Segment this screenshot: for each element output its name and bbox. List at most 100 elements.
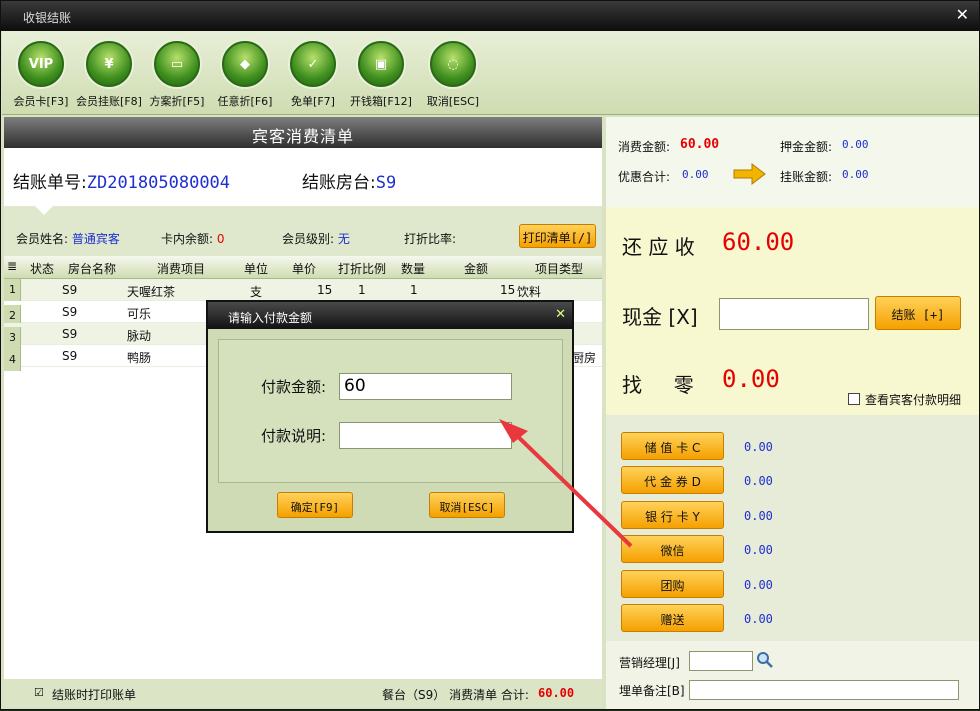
- free-discount-button[interactable]: ◆ 任意折[F6]: [210, 41, 280, 109]
- bank-card-value: 0.00: [744, 509, 773, 523]
- stored-card-value: 0.00: [744, 440, 773, 454]
- pay-note-label: 付款说明:: [261, 427, 327, 445]
- col-item[interactable]: 消费项目: [124, 260, 238, 277]
- member-credit-label: 会员挂账[F8]: [76, 95, 142, 108]
- status-bar: ☑ 结账时打印账单 餐台（S9） 消费清单 合计: 60.00: [4, 679, 602, 707]
- dialog-title-bar: 请输入付款金额 ✕: [208, 302, 572, 329]
- payment-detail-checkbox[interactable]: [848, 393, 860, 405]
- dialog-ok-button[interactable]: 确定[F9]: [277, 492, 353, 518]
- card-balance-value: 0: [216, 232, 225, 246]
- print-on-checkout-checkbox[interactable]: ☑: [34, 686, 44, 699]
- member-name: 会员姓名: 普通宾客: [16, 230, 120, 247]
- free-discount-label: 任意折[F6]: [217, 95, 273, 108]
- due-area: 还 应 收 60.00 现金 [X] 结账 [+] 找 零 0.00 查看宾客付…: [606, 207, 979, 415]
- discount-total-value: 0.00: [682, 168, 709, 181]
- cancel-label: 取消[ESC]: [426, 95, 480, 108]
- cell-amount: 15: [500, 283, 516, 297]
- clipboard-check-icon: ✓: [290, 41, 336, 87]
- grid-header: ≣ 状态 房台名称 消费项目 单位 单价 打折比例 数量 金额 项目类型: [4, 256, 602, 279]
- cell-price: 15: [317, 283, 333, 297]
- dialog-body: 付款金额: 60 付款说明:: [218, 339, 563, 483]
- voucher-button[interactable]: 代 金 券 D: [621, 466, 724, 494]
- member-credit-button[interactable]: ¥ 会员挂账[F8]: [74, 41, 144, 109]
- dialog-title: 请输入付款金额: [228, 311, 313, 325]
- col-price[interactable]: 单价: [274, 260, 334, 277]
- member-name-label: 会员姓名:: [16, 232, 69, 246]
- extra-fields: 营销经理[J] 埋单备注[B]: [606, 641, 979, 709]
- remark-input[interactable]: [689, 680, 959, 700]
- cell-item: 脉动: [127, 329, 152, 343]
- member-card-label: 会员卡[F3]: [13, 95, 69, 108]
- notch-decoration: [34, 205, 54, 215]
- manager-label: 营销经理[J]: [619, 656, 680, 670]
- pay-amount-label: 付款金额:: [261, 378, 327, 396]
- arrow-right-icon: [732, 162, 766, 186]
- manager-input[interactable]: [689, 651, 753, 671]
- col-unit[interactable]: 单位: [238, 260, 274, 277]
- cell-item: 鸭肠: [127, 351, 152, 365]
- pay-note-input[interactable]: [339, 422, 512, 449]
- payment-row: 银 行 卡 Y 0.00: [621, 501, 961, 531]
- plan-discount-button[interactable]: ▭ 方案折[F5]: [142, 41, 212, 109]
- col-status[interactable]: 状态: [24, 260, 60, 277]
- bill-number-value: ZD201805080004: [86, 173, 231, 193]
- wechat-value: 0.00: [744, 543, 773, 557]
- consume-label: 消费金额:: [618, 140, 671, 154]
- col-room[interactable]: 房台名称: [60, 260, 124, 277]
- stored-card-button[interactable]: 储 值 卡 C: [621, 432, 724, 460]
- table-row[interactable]: 1 S9 天喔红茶 支 15 1 1 15 饮料: [4, 279, 602, 301]
- payment-row: 储 值 卡 C 0.00: [621, 432, 961, 462]
- document-money-icon: ¥: [86, 41, 132, 87]
- row-number: 1: [4, 279, 21, 301]
- summary-prefix: 餐台（S9） 消费清单 合计:: [382, 688, 529, 702]
- amount-summary: 消费金额: 60.00 押金金额: 0.00 优惠合计: 0.00 挂账金额: …: [606, 117, 979, 207]
- free-bill-button[interactable]: ✓ 免单[F7]: [278, 41, 348, 109]
- bank-card-button[interactable]: 银 行 卡 Y: [621, 501, 724, 529]
- member-card-button[interactable]: VIP 会员卡[F3]: [6, 41, 76, 109]
- cell-type: 厨房: [572, 351, 597, 365]
- open-cash-drawer-button[interactable]: ▣ 开钱箱[F12]: [346, 41, 416, 109]
- bill-room-value: S9: [375, 173, 397, 193]
- gift-button[interactable]: 赠送: [621, 604, 724, 632]
- col-amount[interactable]: 金额: [436, 260, 516, 277]
- vip-icon: VIP: [18, 41, 64, 87]
- print-on-checkout-label: 结账时打印账单: [52, 688, 137, 702]
- search-icon[interactable]: [756, 651, 774, 669]
- grid-menu-icon[interactable]: ≣: [7, 259, 17, 273]
- credit-value: 0.00: [842, 168, 869, 181]
- wechat-button[interactable]: 微信: [621, 535, 724, 563]
- toolbar: VIP 会员卡[F3] ¥ 会员挂账[F8] ▭ 方案折[F5] ◆ 任意折[F…: [2, 31, 979, 115]
- group-buy-button[interactable]: 团购: [621, 570, 724, 598]
- bottle-icon: ◆: [222, 41, 268, 87]
- member-level-label: 会员级别:: [282, 232, 335, 246]
- col-type[interactable]: 项目类型: [516, 260, 602, 277]
- cell-room: S9: [62, 349, 78, 363]
- loading-icon: ◌: [430, 41, 476, 87]
- group-buy-value: 0.00: [744, 578, 773, 592]
- col-discount[interactable]: 打折比例: [334, 260, 390, 277]
- checkout-window: 收银结账 ✕ VIP 会员卡[F3] ¥ 会员挂账[F8] ▭ 方案折[F5] …: [0, 0, 980, 710]
- card-balance-label: 卡内余额:: [161, 232, 214, 246]
- cell-qty: 1: [410, 283, 418, 297]
- window-close-button[interactable]: ✕: [956, 5, 969, 24]
- cell-room: S9: [62, 283, 78, 297]
- change-value: 0.00: [722, 365, 780, 393]
- open-cash-drawer-label: 开钱箱[F12]: [350, 95, 412, 108]
- dialog-close-icon[interactable]: ✕: [555, 307, 566, 322]
- cell-discount: 1: [358, 283, 366, 297]
- print-list-button[interactable]: 打印清单[/]: [519, 224, 596, 248]
- cash-label: 现金 [X]: [622, 305, 698, 329]
- voucher-value: 0.00: [744, 474, 773, 488]
- dialog-cancel-button[interactable]: 取消[ESC]: [429, 492, 505, 518]
- cancel-button[interactable]: ◌ 取消[ESC]: [418, 41, 488, 109]
- bill-room-label: 结账房台:: [302, 173, 376, 193]
- checkout-button[interactable]: 结账 [+]: [875, 296, 961, 330]
- receivable-value: 60.00: [722, 228, 795, 256]
- payment-methods: 储 值 卡 C 0.00 代 金 券 D 0.00 银 行 卡 Y 0.00 微…: [606, 415, 979, 641]
- col-qty[interactable]: 数量: [390, 260, 436, 277]
- receivable-label: 还 应 收: [622, 235, 695, 259]
- cell-item: 天喔红茶: [127, 285, 176, 299]
- pay-amount-input[interactable]: 60: [339, 373, 512, 400]
- bill-number-label: 结账单号:: [13, 173, 87, 193]
- cash-input[interactable]: [719, 298, 869, 330]
